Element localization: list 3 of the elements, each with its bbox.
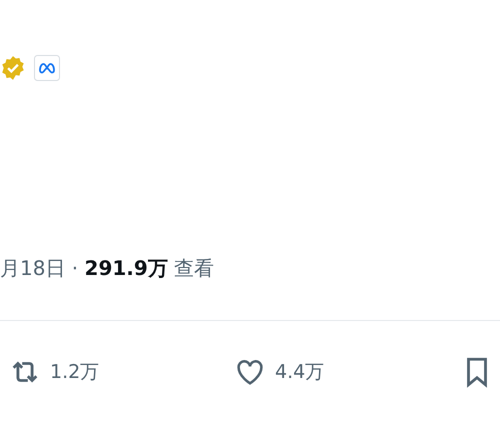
action-count: 4.4万 [275, 360, 324, 385]
action-count: 1.2万 [50, 360, 100, 385]
post-timestamp-views: 月18日 · 291.9万 查看 [0, 255, 216, 282]
